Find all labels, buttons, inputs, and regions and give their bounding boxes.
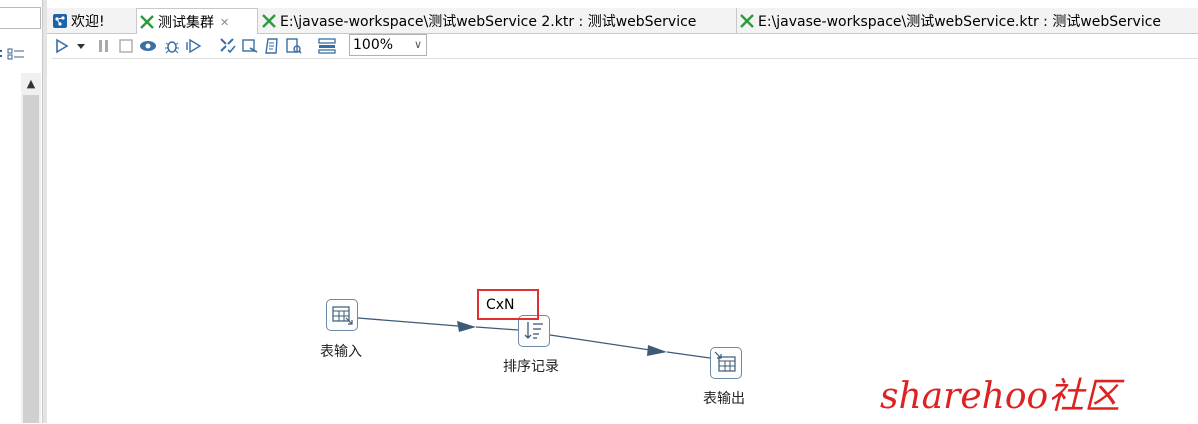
transformation-icon (740, 14, 754, 28)
impact-icon[interactable] (241, 37, 259, 55)
table-output-icon (714, 351, 736, 372)
tab-file-1[interactable]: E:\javase-workspace\测试webService.ktr : 测… (737, 8, 1198, 34)
sort-rows-icon (524, 322, 543, 339)
transformation-icon (262, 14, 276, 28)
close-tab-icon[interactable]: ✕ (220, 16, 229, 29)
left-search-input[interactable] (0, 7, 41, 29)
tab-cluster[interactable]: 测试集群 ✕ (136, 8, 258, 35)
run-icon[interactable] (53, 37, 71, 55)
step-label: 表输入 (320, 344, 362, 360)
step-table-input[interactable] (326, 299, 358, 331)
transformation-toolbar: 100% ∨ (47, 34, 1198, 58)
results-icon[interactable] (317, 37, 337, 55)
tab-file-2[interactable]: E:\javase-workspace\测试webService 2.ktr :… (259, 8, 737, 34)
tab-cluster-label: 测试集群 (158, 15, 214, 31)
verify-icon[interactable] (219, 37, 237, 55)
step-table-output[interactable] (710, 347, 742, 379)
tab-file-1-label: E:\javase-workspace\测试webService.ktr : 测… (758, 14, 1162, 30)
pause-icon[interactable] (95, 37, 113, 55)
zoom-value: 100% (353, 37, 394, 53)
tab-welcome[interactable]: 欢迎! (50, 8, 135, 34)
zoom-select[interactable]: 100% ∨ (349, 34, 427, 56)
editor-tab-bar: 欢迎! 测试集群 ✕ E:\javase-workspace\测试webServ… (47, 8, 1198, 35)
panel-divider[interactable] (42, 0, 47, 423)
left-panel: ▲ (0, 0, 47, 423)
tab-file-2-label: E:\javase-workspace\测试webService 2.ktr :… (280, 14, 697, 30)
replay-icon[interactable] (185, 37, 203, 55)
preview-icon[interactable] (139, 37, 157, 55)
tab-welcome-label: 欢迎! (71, 14, 105, 30)
debug-icon[interactable] (163, 37, 181, 55)
scroll-thumb[interactable] (23, 95, 39, 423)
run-dropdown-icon[interactable] (75, 37, 87, 55)
cxn-label: CxN (486, 297, 515, 313)
explore-db-icon[interactable] (285, 37, 303, 55)
chevron-down-icon[interactable]: ∨ (414, 35, 422, 55)
scroll-up-icon[interactable]: ▲ (21, 73, 41, 95)
expand-collapse-icon[interactable] (0, 44, 28, 64)
left-scrollbar[interactable]: ▲ (21, 73, 41, 423)
watermark: sharehoo社区 (880, 376, 1121, 417)
table-input-icon (332, 306, 353, 325)
sql-icon[interactable] (263, 37, 281, 55)
welcome-icon (53, 14, 67, 28)
stop-icon[interactable] (117, 37, 135, 55)
step-label: 排序记录 (503, 359, 559, 375)
transformation-icon (140, 15, 154, 29)
left-toolbar (0, 44, 30, 64)
step-label: 表输出 (703, 391, 745, 407)
